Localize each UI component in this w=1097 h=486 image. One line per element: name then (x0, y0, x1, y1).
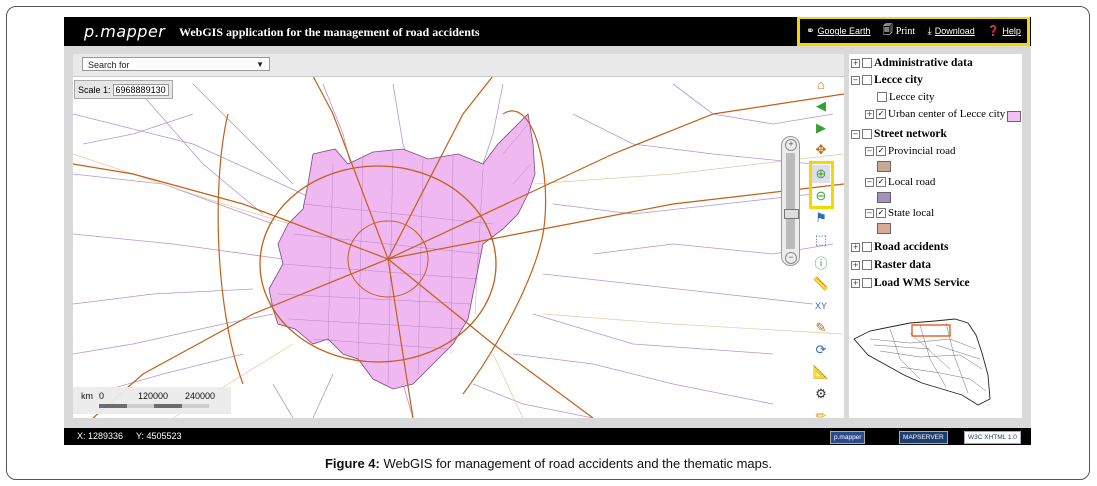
ruler-icon[interactable]: 📐 (812, 363, 830, 381)
dropdown-arrow-icon: ▼ (256, 60, 264, 69)
slider-track (786, 153, 795, 249)
forward-arrow-icon[interactable]: ▶ (812, 119, 830, 137)
mapserver-badge[interactable]: MAPSERVER (899, 431, 948, 444)
scalebar-unit: km (81, 391, 93, 401)
app-title: WebGIS application for the management of… (179, 25, 480, 39)
layer-checkbox[interactable] (862, 58, 872, 68)
expand-icon[interactable]: + (851, 278, 860, 288)
collapse-icon[interactable]: − (851, 75, 860, 85)
pmapper-badge[interactable]: p.mapper (830, 431, 866, 444)
zoom-in-small-icon[interactable]: + (785, 139, 797, 151)
layer-checkbox[interactable] (862, 75, 872, 85)
google-earth-link[interactable]: ⚭ Google Earth (806, 26, 870, 37)
toc-layer-provincial[interactable]: − ✓ Provincial road (865, 145, 956, 157)
print-link[interactable]: 🗐 Print (883, 23, 915, 40)
zoom-out-icon[interactable]: ⊖ (812, 187, 830, 205)
collapse-icon[interactable]: − (865, 177, 874, 187)
paint-icon[interactable]: ✎ (812, 319, 830, 337)
caption-text: WebGIS for management of road accidents … (379, 456, 773, 471)
collapse-icon[interactable]: − (865, 208, 874, 218)
pmapper-logo: p.mapper (84, 22, 166, 41)
toc-layer-state[interactable]: − ✓ State local (865, 207, 934, 219)
pencil-icon[interactable]: ✏ (812, 407, 830, 425)
overview-map[interactable] (850, 309, 994, 411)
layer-checkbox[interactable] (862, 242, 872, 252)
w3c-badge[interactable]: W3C XHTML 1.0 (964, 431, 1021, 444)
slider-handle[interactable] (784, 209, 799, 219)
toc-group-wms[interactable]: + Load WMS Service (851, 277, 970, 289)
expand-icon[interactable]: + (851, 58, 860, 68)
info-icon[interactable]: ⓘ (812, 253, 830, 271)
expand-icon[interactable]: + (851, 260, 860, 270)
scale-box: Scale 1: 6968889130 (74, 80, 173, 99)
map-canvas[interactable]: Search for ▼ Scale 1: 6968889130 km 0 12… (73, 54, 844, 418)
figure-caption: Figure 4: WebGIS for management of road … (0, 456, 1097, 471)
zoom-out-small-icon[interactable]: − (785, 252, 797, 264)
printer-icon: 🗐 (882, 24, 893, 36)
collapse-icon[interactable]: − (851, 129, 860, 139)
back-arrow-icon[interactable]: ◀ (812, 97, 830, 115)
gear-icon[interactable]: ⚙ (812, 385, 830, 403)
help-icon: ❓ (986, 25, 1000, 37)
legend-swatch-state (877, 223, 891, 234)
layer-checkbox-checked[interactable]: ✓ (876, 109, 886, 119)
home-icon[interactable]: ⌂ (812, 75, 830, 93)
layer-checkbox[interactable] (877, 92, 887, 102)
select-icon[interactable]: ⬚ (812, 231, 830, 249)
top-links: ⚭ Google Earth 🗐 Print ⤓ Download ❓ Help (797, 17, 1030, 46)
scale-label: Scale 1: (78, 84, 111, 95)
search-bar: Search for ▼ (73, 54, 844, 77)
status-bar: X: 1289336 Y: 4505523 p.mapper MAPSERVER… (64, 428, 1031, 445)
expand-icon[interactable]: + (851, 242, 860, 252)
toc-group-lecce[interactable]: − Lecce city (851, 74, 923, 86)
zoom-slider[interactable]: + − (781, 136, 800, 266)
webgis-app: p.mapper WebGIS application for the mana… (64, 17, 1031, 445)
layer-checkbox[interactable] (862, 260, 872, 270)
download-icon: ⤓ (927, 25, 932, 37)
toc-layer-urban-center[interactable]: + ✓ Urban center of Lecce city (865, 108, 1005, 120)
globe-icon: ⚭ (806, 25, 815, 37)
legend-swatch-urban (1007, 111, 1021, 122)
scalebar: km 0 120000 240000 (73, 387, 231, 414)
caption-label: Figure 4: (324, 456, 380, 471)
legend-swatch-provincial (877, 161, 891, 172)
refresh-icon[interactable]: ⟳ (812, 341, 830, 359)
layer-checkbox-checked[interactable]: ✓ (876, 146, 886, 156)
search-select[interactable]: Search for ▼ (82, 57, 270, 71)
toc-layer-local[interactable]: − ✓ Local road (865, 176, 935, 188)
scale-input[interactable]: 6968889130 (112, 83, 169, 96)
scalebar-tick: 0 (99, 391, 105, 401)
pan-icon[interactable]: ✥ (812, 141, 830, 159)
scalebar-tick: 240000 (185, 391, 216, 401)
layer-checkbox[interactable] (862, 278, 872, 288)
help-link[interactable]: ❓ Help (987, 26, 1021, 37)
map-toolbar: ⌂ ◀ ▶ ✥ ⊕ ⊖ ⚑ ⬚ ⓘ 📏 XY ✎ ⟳ 📐 ⚙ ✏ (808, 61, 834, 445)
expand-icon[interactable]: + (865, 109, 874, 119)
legend-swatch-local (877, 192, 891, 203)
measure-icon[interactable]: 📏 (812, 275, 830, 293)
collapse-icon[interactable]: − (865, 146, 874, 156)
layer-checkbox[interactable] (862, 129, 872, 139)
toc-layer-lecce-city[interactable]: Lecce city (877, 91, 935, 103)
identify-icon[interactable]: ⚑ (812, 209, 830, 227)
coord-x: X: 1289336 (77, 431, 124, 441)
toc-group-administrative[interactable]: + Administrative data (851, 57, 973, 69)
xy-icon[interactable]: XY (812, 297, 830, 315)
zoom-in-icon[interactable]: ⊕ (812, 165, 830, 183)
toc-group-accidents[interactable]: + Road accidents (851, 241, 948, 253)
layer-checkbox-checked[interactable]: ✓ (876, 208, 886, 218)
overview-render (853, 318, 991, 406)
scalebar-graphic (99, 404, 209, 408)
app-header: p.mapper WebGIS application for the mana… (64, 17, 1031, 46)
map-render (73, 75, 844, 418)
scalebar-tick: 120000 (138, 391, 169, 401)
toc-group-raster[interactable]: + Raster data (851, 259, 931, 271)
layer-checkbox-checked[interactable]: ✓ (876, 177, 886, 187)
coord-y: Y: 4505523 (136, 431, 182, 441)
toc-group-street[interactable]: − Street network (851, 128, 947, 140)
download-link[interactable]: ⤓ Download (927, 26, 974, 37)
